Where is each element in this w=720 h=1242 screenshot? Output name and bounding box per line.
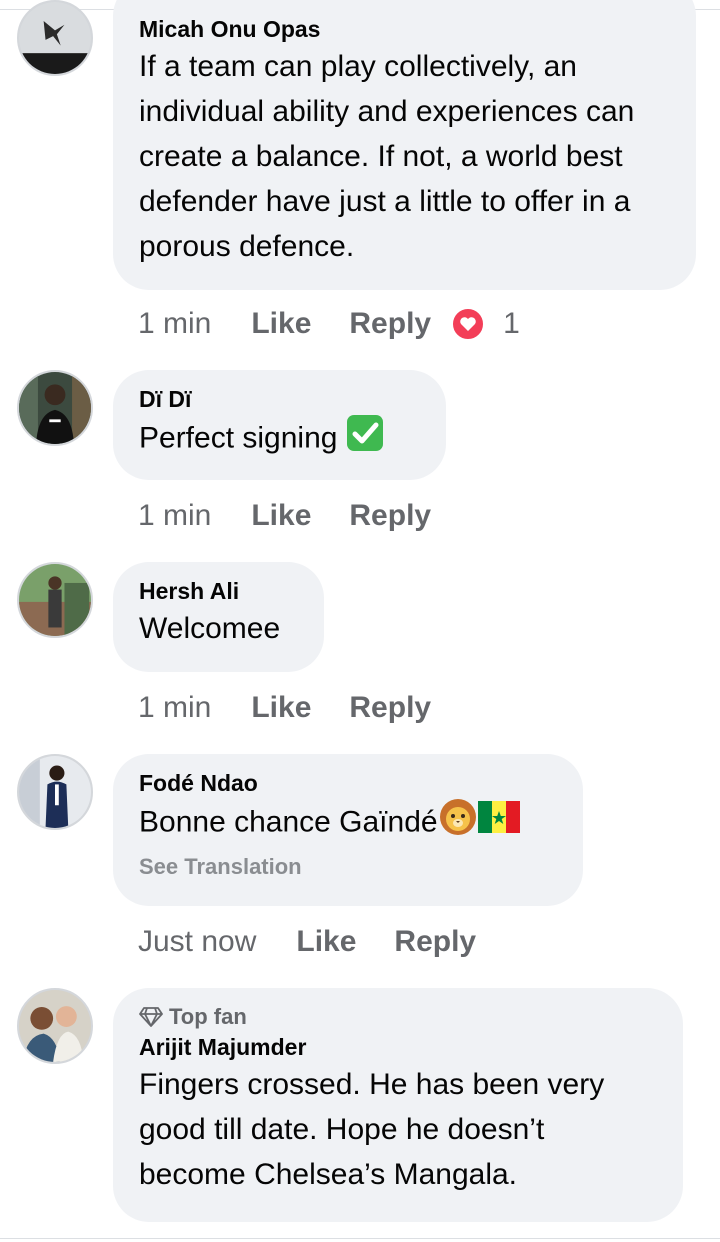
avatar[interactable]	[17, 754, 93, 830]
comment-text: Welcomee	[139, 612, 281, 645]
love-reaction-icon	[451, 307, 486, 341]
comment-text-content: Bonne chance Gaïndé	[139, 805, 438, 839]
comment-time[interactable]: 1 min	[138, 306, 211, 342]
senegal-flag-emoji	[477, 801, 520, 846]
comment-time[interactable]: Just now	[138, 924, 256, 960]
avatar[interactable]	[17, 0, 93, 76]
comment-bubble: Micah Onu Opas If a team can play collec…	[113, 0, 696, 290]
comment-actions: 1 min Like Reply 1	[138, 306, 520, 342]
like-button[interactable]: Like	[296, 924, 356, 960]
comments-page: Micah Onu Opas If a team can play collec…	[0, 0, 720, 1242]
comment-actions: 1 min Like Reply	[138, 498, 431, 534]
like-button[interactable]: Like	[251, 306, 311, 342]
comment-bubble: Dï Dï Perfect signing	[113, 370, 446, 480]
comment-bubble: Fodé Ndao Bonne chance Gaïndé See Transl…	[113, 754, 583, 906]
like-button[interactable]: Like	[251, 498, 311, 534]
top-fan-label: Top fan	[169, 1004, 247, 1029]
reaction-summary[interactable]: 1	[451, 306, 520, 342]
avatar[interactable]	[17, 988, 93, 1064]
lion-face-emoji	[438, 798, 478, 849]
reply-button[interactable]: Reply	[349, 306, 431, 342]
avatar-image	[19, 2, 91, 74]
comment-time[interactable]: 1 min	[138, 690, 211, 726]
comment-text: Bonne chance Gaïndé	[139, 798, 557, 849]
avatar-image	[19, 372, 91, 444]
comment-author[interactable]: Arijit Majumder	[139, 1032, 657, 1062]
comment-time[interactable]: 1 min	[138, 498, 211, 534]
comment-bubble: Top fan Arijit Majumder Fingers crossed.…	[113, 988, 683, 1222]
comment-author[interactable]: Fodé Ndao	[139, 768, 557, 798]
reaction-count: 1	[503, 307, 520, 340]
reply-button[interactable]: Reply	[349, 690, 431, 726]
comment-actions: Just now Like Reply	[138, 924, 476, 960]
avatar-image	[19, 756, 91, 828]
reply-button[interactable]: Reply	[394, 924, 476, 960]
diamond-icon	[139, 1007, 163, 1027]
avatar[interactable]	[17, 562, 93, 638]
comment-text: Fingers crossed. He has been very good t…	[139, 1068, 605, 1191]
comment-author[interactable]: Hersh Ali	[139, 576, 298, 606]
divider	[0, 1238, 720, 1239]
avatar[interactable]	[17, 370, 93, 446]
comment-text: If a team can play collectively, an indi…	[139, 50, 635, 263]
comment-actions: 1 min Like Reply	[138, 690, 431, 726]
comment-author[interactable]: Micah Onu Opas	[139, 14, 670, 44]
reply-button[interactable]: Reply	[349, 498, 431, 534]
avatar-image	[19, 564, 91, 636]
top-fan-badge[interactable]: Top fan	[139, 1002, 657, 1032]
see-translation-link[interactable]: See Translation	[139, 853, 557, 881]
like-button[interactable]: Like	[251, 690, 311, 726]
comment-bubble: Hersh Ali Welcomee	[113, 562, 324, 672]
comment-text: Perfect signing	[139, 414, 420, 465]
comment-text-content: Perfect signing	[139, 421, 338, 455]
comment-author[interactable]: Dï Dï	[139, 384, 420, 414]
avatar-image	[19, 990, 91, 1062]
check-mark-button-emoji	[346, 414, 384, 465]
